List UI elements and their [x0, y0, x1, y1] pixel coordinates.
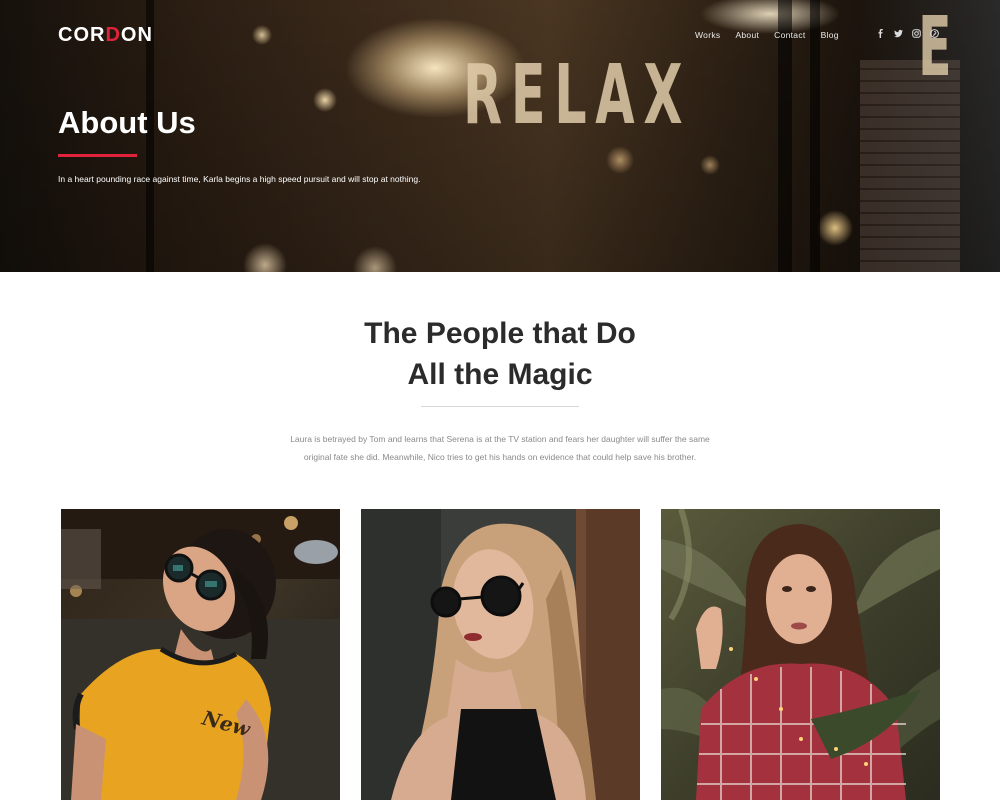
- section-title-line: The People that Do: [364, 317, 636, 350]
- nav-item-about[interactable]: About: [735, 30, 759, 40]
- team-member-photo[interactable]: New: [61, 509, 340, 800]
- instagram-icon[interactable]: [912, 29, 921, 38]
- social-links: [876, 29, 939, 38]
- team-member-photo[interactable]: [361, 509, 640, 800]
- relax-sign: RELAX: [463, 48, 692, 143]
- hero-subtitle: In a heart pounding race against time, K…: [58, 174, 421, 184]
- hero-banner: RELAX E COR D ON Works About Contact Blog …: [0, 0, 1000, 272]
- window-frame: [778, 0, 792, 272]
- brand-logo[interactable]: COR D ON: [58, 24, 153, 47]
- window-frame: [810, 0, 820, 272]
- facebook-icon[interactable]: [876, 29, 885, 38]
- nav-item-contact[interactable]: Contact: [774, 30, 805, 40]
- main-nav: Works About Contact Blog: [695, 30, 839, 40]
- section-title-line: All the Magic: [407, 358, 593, 391]
- title-underline: [58, 154, 137, 157]
- logo-text: ON: [120, 24, 153, 46]
- logo-accent: D: [105, 24, 121, 46]
- sign-letter: E: [918, 0, 952, 95]
- team-member-photo[interactable]: [661, 509, 940, 800]
- nav-item-blog[interactable]: Blog: [821, 30, 839, 40]
- nav-item-works[interactable]: Works: [695, 30, 720, 40]
- pinterest-icon[interactable]: [930, 29, 939, 38]
- section-title: The People that Do All the Magic: [0, 313, 1000, 395]
- section-description: Laura is betrayed by Tom and learns that…: [290, 434, 710, 462]
- logo-text: COR: [58, 24, 106, 46]
- page-title: About Us: [58, 105, 196, 140]
- twitter-icon[interactable]: [894, 29, 903, 38]
- section-divider: [421, 406, 579, 407]
